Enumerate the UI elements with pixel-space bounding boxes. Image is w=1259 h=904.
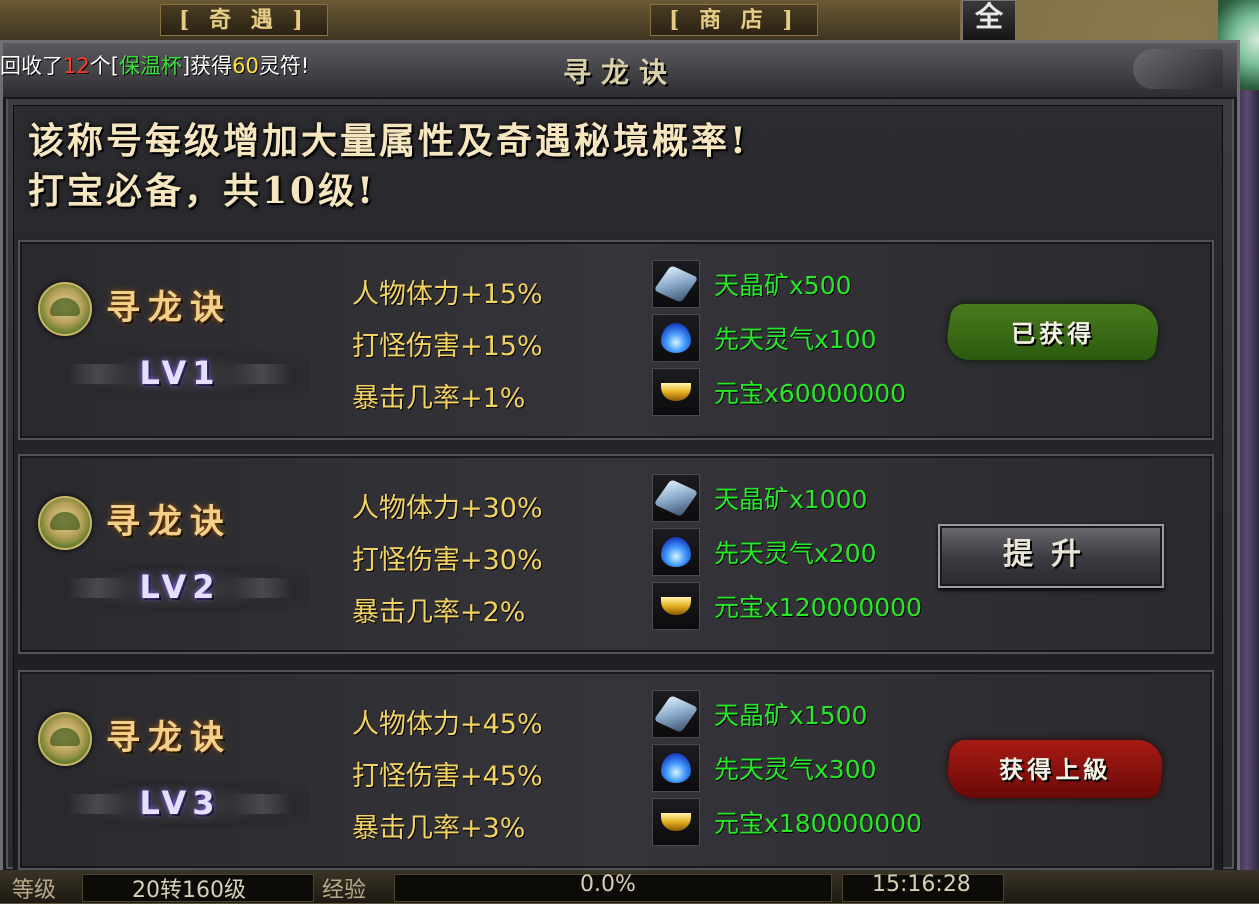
tier-name: 寻龙诀 bbox=[106, 502, 232, 542]
previous-level-required-label: 获得上級 bbox=[998, 755, 1112, 784]
msg-item-name: 保温杯 bbox=[118, 54, 182, 78]
reward-slot-ingot[interactable] bbox=[652, 798, 700, 846]
tier-level: LV2 bbox=[139, 568, 221, 606]
reward-slot-flame[interactable] bbox=[652, 744, 700, 792]
level-label: 等级 bbox=[12, 878, 57, 903]
msg-count: 12 bbox=[63, 54, 90, 78]
tier-name: 寻龙诀 bbox=[106, 288, 232, 328]
msg-unit: 个 bbox=[89, 54, 111, 78]
obtained-label: 已获得 bbox=[1011, 319, 1096, 348]
tab-shop[interactable]: [ 商 店 ] bbox=[650, 4, 818, 36]
msg-amount: 60 bbox=[232, 54, 259, 78]
reward-innate-qi: 先天灵气x200 bbox=[714, 539, 877, 568]
xunlongjue-dialog: 寻龙诀 该称号每级增加大量属性及奇遇秘境概率! 打宝必备，共10级! 寻龙诀 L… bbox=[0, 40, 1240, 875]
reward-crystal-ore: 天晶矿x500 bbox=[714, 271, 852, 300]
top-menu-bar: [ 奇 遇 ] [ 商 店 ] bbox=[0, 0, 960, 40]
reward-yuanbao: 元宝x120000000 bbox=[714, 593, 922, 622]
reward-slot-flame[interactable] bbox=[652, 314, 700, 362]
level-banner: LV3 bbox=[50, 780, 310, 830]
tier-level: LV1 bbox=[139, 354, 221, 392]
msg-prefix: 回收了 bbox=[0, 54, 63, 78]
reward-slot-ingot[interactable] bbox=[652, 582, 700, 630]
reward-slot-flame[interactable] bbox=[652, 528, 700, 576]
stat-crit-rate: 暴击几率+2% bbox=[352, 597, 526, 628]
clock: 15:16:28 bbox=[872, 872, 971, 897]
title-medal-icon bbox=[38, 282, 92, 336]
stat-crit-rate: 暴击几率+3% bbox=[352, 813, 526, 844]
title-medal-icon bbox=[38, 712, 92, 766]
upgrade-button[interactable]: 提升 bbox=[938, 524, 1164, 588]
reward-slot-ingot[interactable] bbox=[652, 368, 700, 416]
bottom-status-bar: 等级 20转160级 经验 0.0% 15:16:28 bbox=[0, 870, 1259, 903]
msg-currency: 灵符! bbox=[258, 54, 310, 78]
reward-slot-crystal[interactable] bbox=[652, 260, 700, 308]
exp-value: 0.0% bbox=[580, 872, 636, 897]
level-value: 20转160级 bbox=[132, 878, 246, 903]
gold-ingot-icon bbox=[661, 597, 691, 615]
crystal-ore-icon bbox=[653, 695, 699, 733]
msg-open-bracket: [ bbox=[110, 54, 119, 78]
stat-stamina: 人物体力+45% bbox=[352, 709, 543, 740]
system-message: 回收了12个[保温杯]获得60灵符! bbox=[0, 50, 309, 80]
crystal-ore-icon bbox=[653, 265, 699, 303]
level-banner: LV1 bbox=[50, 350, 310, 400]
reward-yuanbao: 元宝x60000000 bbox=[714, 379, 907, 408]
gold-ingot-icon bbox=[661, 813, 691, 831]
tier-level: LV3 bbox=[139, 784, 221, 822]
stat-stamina: 人物体力+15% bbox=[352, 279, 543, 310]
blue-flame-icon bbox=[661, 537, 691, 567]
msg-close-bracket: ] bbox=[181, 54, 191, 78]
tier-row-lv2: 寻龙诀 LV2 人物体力+30% 打怪伤害+30% 暴击几率+2% 天晶矿x10… bbox=[18, 454, 1214, 654]
quan-button[interactable]: 全 bbox=[962, 0, 1016, 42]
reward-innate-qi: 先天灵气x100 bbox=[714, 325, 877, 354]
gold-ingot-icon bbox=[661, 383, 691, 401]
headline-line-1: 该称号每级增加大量属性及奇遇秘境概率! bbox=[28, 120, 749, 162]
reward-innate-qi: 先天灵气x300 bbox=[714, 755, 877, 784]
crystal-ore-icon bbox=[653, 479, 699, 517]
dialog-content: 该称号每级增加大量属性及奇遇秘境概率! 打宝必备，共10级! 寻龙诀 LV1 人… bbox=[13, 105, 1223, 871]
reward-crystal-ore: 天晶矿x1500 bbox=[714, 701, 868, 730]
level-banner: LV2 bbox=[50, 564, 310, 614]
reward-slot-crystal[interactable] bbox=[652, 690, 700, 738]
stat-monster-damage: 打怪伤害+15% bbox=[352, 331, 543, 362]
tier-row-lv3: 寻龙诀 LV3 人物体力+45% 打怪伤害+45% 暴击几率+3% 天晶矿x15… bbox=[18, 670, 1214, 870]
msg-verb: 获得 bbox=[190, 54, 233, 78]
blue-flame-icon bbox=[661, 753, 691, 783]
tier-name: 寻龙诀 bbox=[106, 718, 232, 758]
dragon-ornament-icon bbox=[1133, 49, 1223, 89]
stat-monster-damage: 打怪伤害+45% bbox=[352, 761, 543, 792]
reward-crystal-ore: 天晶矿x1000 bbox=[714, 485, 868, 514]
previous-level-required-badge: 获得上級 bbox=[944, 740, 1166, 798]
tier-row-lv1: 寻龙诀 LV1 人物体力+15% 打怪伤害+15% 暴击几率+1% 天晶矿x50… bbox=[18, 240, 1214, 440]
exp-label: 经验 bbox=[322, 878, 367, 903]
blue-flame-icon bbox=[661, 323, 691, 353]
dialog-headline: 该称号每级增加大量属性及奇遇秘境概率! 打宝必备，共10级! bbox=[28, 116, 749, 216]
stat-monster-damage: 打怪伤害+30% bbox=[352, 545, 543, 576]
headline-line-2: 打宝必备，共10级! bbox=[28, 170, 376, 212]
tab-qiyu[interactable]: [ 奇 遇 ] bbox=[160, 4, 328, 36]
stat-crit-rate: 暴击几率+1% bbox=[352, 383, 526, 414]
stat-stamina: 人物体力+30% bbox=[352, 493, 543, 524]
obtained-badge: 已获得 bbox=[944, 304, 1162, 360]
reward-slot-crystal[interactable] bbox=[652, 474, 700, 522]
reward-yuanbao: 元宝x180000000 bbox=[714, 809, 922, 838]
title-medal-icon bbox=[38, 496, 92, 550]
